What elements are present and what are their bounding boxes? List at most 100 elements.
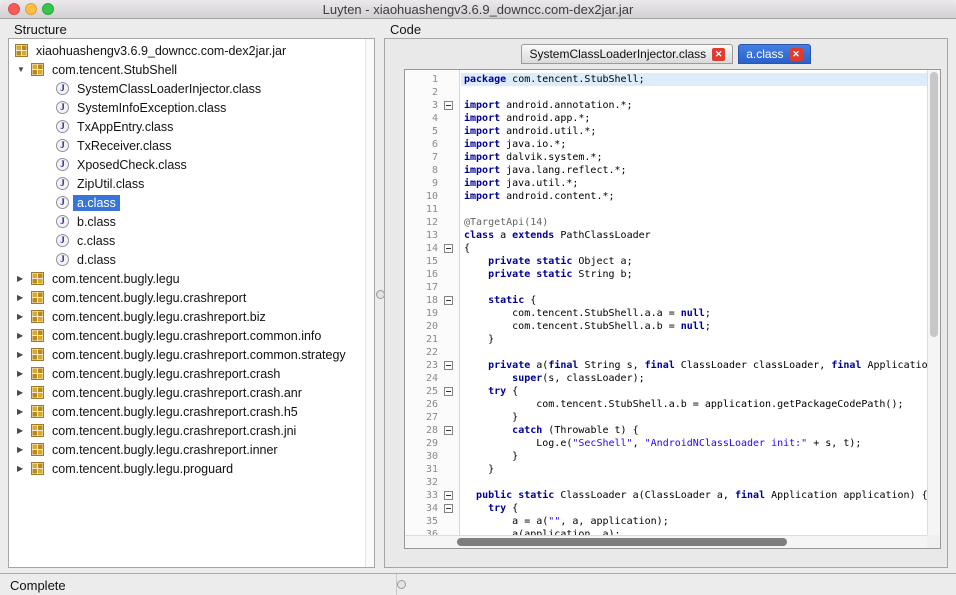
tree-item[interactable]: xiaohuashengv3.6.9_downcc.com-dex2jar.ja… xyxy=(9,41,364,60)
code-text-area[interactable]: package com.tencent.StubShell; import and… xyxy=(461,70,927,535)
chevron-collapsed-icon[interactable]: ▶ xyxy=(15,350,31,359)
code-token: import xyxy=(464,152,501,163)
code-token: Object a; xyxy=(572,256,633,267)
tree-item[interactable]: J SystemInfoException.class xyxy=(9,98,364,117)
close-tab-icon[interactable]: ✕ xyxy=(712,47,726,61)
fold-cell xyxy=(438,491,459,500)
chevron-collapsed-icon[interactable]: ▶ xyxy=(15,426,31,435)
code-line: import java.lang.reflect.*; xyxy=(461,164,927,177)
close-tab-icon[interactable]: ✕ xyxy=(789,47,803,61)
status-divider-knob[interactable] xyxy=(397,580,406,589)
code-token: { xyxy=(506,386,519,397)
chevron-collapsed-icon[interactable]: ▶ xyxy=(15,331,31,340)
editor-horizontal-scrollbar[interactable] xyxy=(405,535,927,548)
tree-item[interactable]: ▶ com.tencent.bugly.legu.crashreport.cras… xyxy=(9,364,364,383)
tree-item[interactable]: ▶ com.tencent.bugly.legu.crashreport.cras… xyxy=(9,402,364,421)
tree-item[interactable]: ▶ com.tencent.bugly.legu xyxy=(9,269,364,288)
gutter-line: 14 xyxy=(405,242,459,255)
chevron-collapsed-icon[interactable]: ▶ xyxy=(15,388,31,397)
gutter-line: 35 xyxy=(405,515,459,528)
fold-marker-icon[interactable] xyxy=(444,101,453,110)
editor-vertical-scrollbar[interactable] xyxy=(927,70,940,535)
code-token: } xyxy=(464,464,495,475)
line-number: 9 xyxy=(431,178,438,189)
code-line: try { xyxy=(461,502,927,515)
chevron-collapsed-icon[interactable]: ▶ xyxy=(15,445,31,454)
code-token: { xyxy=(506,503,519,514)
tree-item[interactable]: Jc.class xyxy=(9,231,364,250)
tree-item[interactable]: J TxAppEntry.class xyxy=(9,117,364,136)
code-token: (Throwable t) { xyxy=(542,425,639,436)
gutter-line: 33 xyxy=(405,489,459,502)
fold-marker-icon[interactable] xyxy=(444,387,453,396)
chevron-collapsed-icon[interactable]: ▶ xyxy=(15,369,31,378)
code-token: } xyxy=(464,451,519,462)
chevron-expanded-icon[interactable]: ▼ xyxy=(15,65,31,74)
status-text: Complete xyxy=(10,578,66,593)
editor-tab[interactable]: SystemClassLoaderInjector.class ✕ xyxy=(521,44,734,64)
code-line: private static String b; xyxy=(461,268,927,281)
tree-item[interactable]: ▶ com.tencent.bugly.legu.crashreport xyxy=(9,288,364,307)
fold-cell xyxy=(438,296,459,305)
code-token: PathClassLoader xyxy=(554,230,651,241)
line-number: 21 xyxy=(425,334,438,345)
tree-item[interactable]: ▶ com.tencent.bugly.legu.crashreport.comm… xyxy=(9,345,364,364)
fold-marker-icon[interactable] xyxy=(444,504,453,513)
code-line: @TargetApi(14) xyxy=(461,216,927,229)
line-number: 33 xyxy=(425,490,438,501)
code-token: android.app.*; xyxy=(500,113,591,124)
code-token: (s, classLoader); xyxy=(542,373,645,384)
fold-marker-icon[interactable] xyxy=(444,296,453,305)
horizontal-scrollbar-thumb[interactable] xyxy=(457,538,787,546)
chevron-collapsed-icon[interactable]: ▶ xyxy=(15,407,31,416)
java-class-icon: J xyxy=(56,253,69,266)
fold-cell xyxy=(438,361,459,370)
code-editor[interactable]: 1 2 3 4 5 6 7 8 9 10 11 12 13 14 15 16 17 18 19 20 21 22 23 24 2… xyxy=(404,69,941,549)
fold-marker-icon[interactable] xyxy=(444,491,453,500)
tree-item[interactable]: Jd.class xyxy=(9,250,364,269)
vertical-scrollbar-thumb[interactable] xyxy=(930,72,938,337)
gutter-line: 27 xyxy=(405,411,459,424)
tree-item[interactable]: ▶ com.tencent.bugly.legu.crashreport.comm… xyxy=(9,326,364,345)
tree-item[interactable]: J TxReceiver.class xyxy=(9,136,364,155)
tree-item[interactable]: ▶ com.tencent.bugly.legu.crashreport.cras… xyxy=(9,421,364,440)
line-number: 3 xyxy=(431,100,438,111)
code-line: class a extends PathClassLoader xyxy=(461,229,927,242)
tree-item[interactable]: ▶ com.tencent.bugly.legu.crashreport.cras… xyxy=(9,383,364,402)
chevron-collapsed-icon[interactable]: ▶ xyxy=(15,464,31,473)
fold-marker-icon[interactable] xyxy=(444,244,453,253)
editor-tab[interactable]: a.class ✕ xyxy=(738,44,811,64)
tree-item[interactable]: Jb.class xyxy=(9,212,364,231)
gutter-line: 9 xyxy=(405,177,459,190)
code-token: a = a( xyxy=(464,516,549,527)
chevron-collapsed-icon[interactable]: ▶ xyxy=(15,274,31,283)
chevron-collapsed-icon[interactable]: ▶ xyxy=(15,312,31,321)
tree-item[interactable]: ▶ com.tencent.bugly.legu.proguard xyxy=(9,459,364,478)
structure-vertical-scrollbar[interactable] xyxy=(365,39,374,567)
tree-item[interactable]: ▼ com.tencent.StubShell xyxy=(9,60,364,79)
tree-item[interactable]: Ja.class xyxy=(9,193,364,212)
code-line: Log.e("SecShell", "AndroidNClassLoader i… xyxy=(461,437,927,450)
gutter-line: 17 xyxy=(405,281,459,294)
fold-marker-icon[interactable] xyxy=(444,426,453,435)
tree-item-label: SystemInfoException.class xyxy=(77,100,227,115)
code-line: { xyxy=(461,242,927,255)
gutter-line: 12 xyxy=(405,216,459,229)
fold-marker-icon[interactable] xyxy=(444,361,453,370)
tree-item[interactable]: J SystemClassLoaderInjector.class xyxy=(9,79,364,98)
tree-item[interactable]: J ZipUtil.class xyxy=(9,174,364,193)
chevron-collapsed-icon[interactable]: ▶ xyxy=(15,293,31,302)
tree-item[interactable]: ▶ com.tencent.bugly.legu.crashreport.biz xyxy=(9,307,364,326)
code-token: public static xyxy=(476,490,555,501)
tree-item[interactable]: ▶ com.tencent.bugly.legu.crashreport.inne… xyxy=(9,440,364,459)
code-token: "" xyxy=(548,516,561,527)
fold-cell xyxy=(438,504,459,513)
fold-cell xyxy=(438,426,459,435)
tree-item[interactable]: J XposedCheck.class xyxy=(9,155,364,174)
